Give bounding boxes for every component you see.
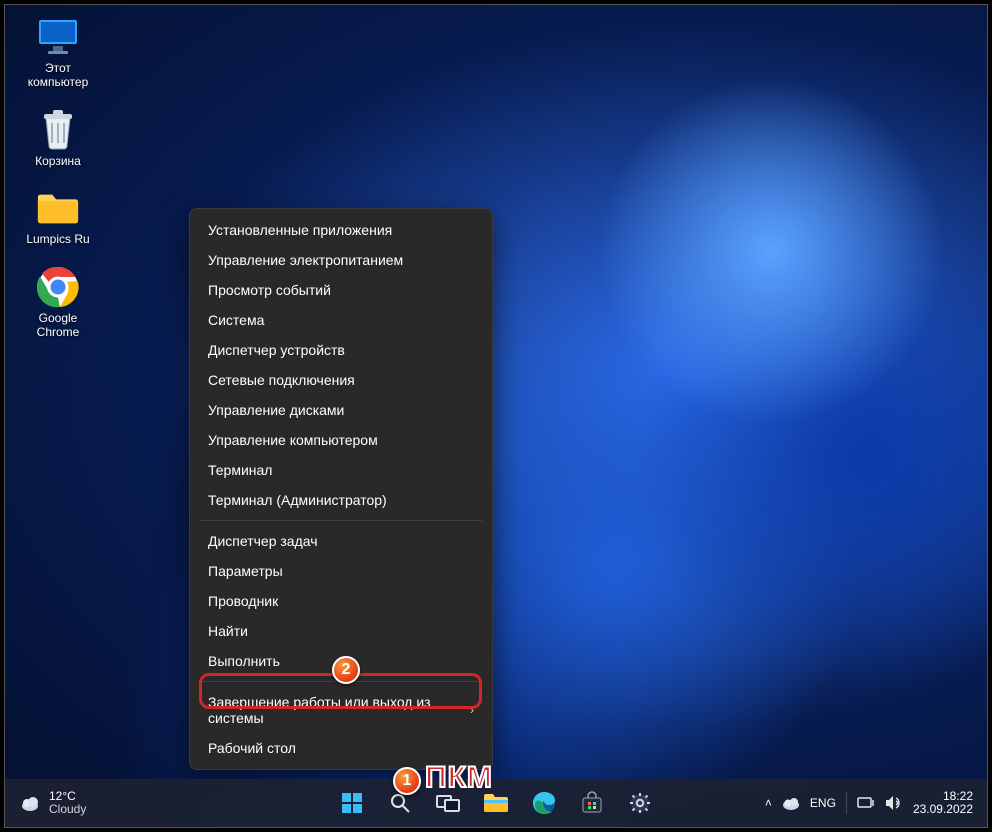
taskbar-weather-text: 12°C Cloudy xyxy=(49,790,86,815)
menu-item[interactable]: Найти xyxy=(190,616,492,646)
desktop-icon-this-pc[interactable]: Этот компьютер xyxy=(19,15,97,90)
tray-language[interactable]: ENG xyxy=(810,796,836,810)
menu-item[interactable]: Сетевые подключения xyxy=(190,365,492,395)
tray-onedrive-icon[interactable] xyxy=(782,796,800,810)
tray-volume-icon[interactable] xyxy=(885,795,903,811)
gear-icon xyxy=(628,791,652,815)
desktop-icon-chrome[interactable]: Google Chrome xyxy=(19,265,97,340)
tray-chevron-up-icon[interactable]: ˄ xyxy=(765,796,772,810)
chevron-right-icon: › xyxy=(470,703,474,717)
menu-item-label: Выполнить xyxy=(208,653,280,669)
desktop-icon-label: Корзина xyxy=(35,155,81,169)
tray-date: 23.09.2022 xyxy=(913,803,973,816)
desktop-icon-label: Google Chrome xyxy=(37,312,80,340)
menu-item-label: Просмотр событий xyxy=(208,282,331,298)
annotation-pkm-label: ПКМ xyxy=(425,761,493,795)
start-button[interactable] xyxy=(332,783,372,823)
task-view-icon xyxy=(436,793,460,813)
chrome-icon xyxy=(36,265,80,309)
start-context-menu: Установленные приложения Управление элект… xyxy=(189,208,493,770)
taskbar-center xyxy=(332,783,660,823)
menu-separator xyxy=(200,520,482,521)
menu-item-label: Найти xyxy=(208,623,248,639)
menu-item-label: Терминал (Администратор) xyxy=(208,492,387,508)
menu-item[interactable]: Рабочий стол xyxy=(190,733,492,763)
taskbar-settings-button[interactable] xyxy=(620,783,660,823)
explorer-icon xyxy=(483,792,509,814)
taskbar-weather[interactable]: 12°C Cloudy xyxy=(5,790,86,815)
weather-cloud-icon xyxy=(19,792,41,814)
folder-icon xyxy=(36,186,80,230)
search-icon xyxy=(389,792,411,814)
monitor-icon xyxy=(36,15,80,59)
menu-item[interactable]: Параметры xyxy=(190,556,492,586)
store-icon xyxy=(580,791,604,815)
system-tray: ˄ ENG 18:22 23.09.2022 xyxy=(765,790,987,816)
annotation-badge-1: 1 xyxy=(393,767,421,795)
menu-item-label: Терминал xyxy=(208,462,272,478)
menu-item[interactable]: Просмотр событий xyxy=(190,275,492,305)
menu-item[interactable]: Проводник xyxy=(190,586,492,616)
desktop-icon-folder[interactable]: Lumpics Ru xyxy=(19,186,97,247)
menu-item[interactable]: Установленные приложения xyxy=(190,215,492,245)
menu-item[interactable]: Терминал xyxy=(190,455,492,485)
menu-item-label: Диспетчер задач xyxy=(208,533,318,549)
menu-item-label: Управление компьютером xyxy=(208,432,378,448)
menu-item[interactable]: Система xyxy=(190,305,492,335)
menu-item-label: Сетевые подключения xyxy=(208,372,355,388)
menu-item-label: Управление дисками xyxy=(208,402,344,418)
menu-item-label: Установленные приложения xyxy=(208,222,392,238)
desktop-icons: Этот компьютер Корзина Lumpics Ru Google… xyxy=(19,15,97,340)
tray-separator xyxy=(846,792,847,814)
tray-clock[interactable]: 18:22 23.09.2022 xyxy=(913,790,973,816)
menu-item-label: Управление электропитанием xyxy=(208,252,403,268)
menu-item-label: Проводник xyxy=(208,593,278,609)
menu-item[interactable]: Завершение работы или выход из системы› xyxy=(190,687,492,733)
menu-item-label: Завершение работы или выход из системы xyxy=(208,694,470,726)
taskbar-store-button[interactable] xyxy=(572,783,612,823)
menu-item[interactable]: Управление дисками xyxy=(190,395,492,425)
edge-icon xyxy=(532,791,556,815)
menu-item[interactable]: Управление электропитанием xyxy=(190,245,492,275)
menu-item[interactable]: Управление компьютером xyxy=(190,425,492,455)
menu-item-label: Система xyxy=(208,312,264,328)
annotation-badge-2: 2 xyxy=(332,656,360,684)
windows-logo-icon xyxy=(340,791,364,815)
menu-item-label: Рабочий стол xyxy=(208,740,296,756)
menu-item[interactable]: Терминал (Администратор) xyxy=(190,485,492,515)
menu-item-label: Параметры xyxy=(208,563,283,579)
menu-item[interactable]: Диспетчер задач xyxy=(190,526,492,556)
desktop-icon-label: Этот компьютер xyxy=(28,62,89,90)
weather-desc: Cloudy xyxy=(49,803,86,816)
wallpaper xyxy=(5,5,987,827)
recycle-bin-icon xyxy=(36,108,80,152)
desktop-icon-label: Lumpics Ru xyxy=(26,233,89,247)
taskbar: 12°C Cloudy xyxy=(5,779,987,827)
tray-network-icon[interactable] xyxy=(857,796,875,810)
taskbar-edge-button[interactable] xyxy=(524,783,564,823)
desktop-icon-recycle-bin[interactable]: Корзина xyxy=(19,108,97,169)
menu-item-label: Диспетчер устройств xyxy=(208,342,345,358)
menu-item[interactable]: Диспетчер устройств xyxy=(190,335,492,365)
